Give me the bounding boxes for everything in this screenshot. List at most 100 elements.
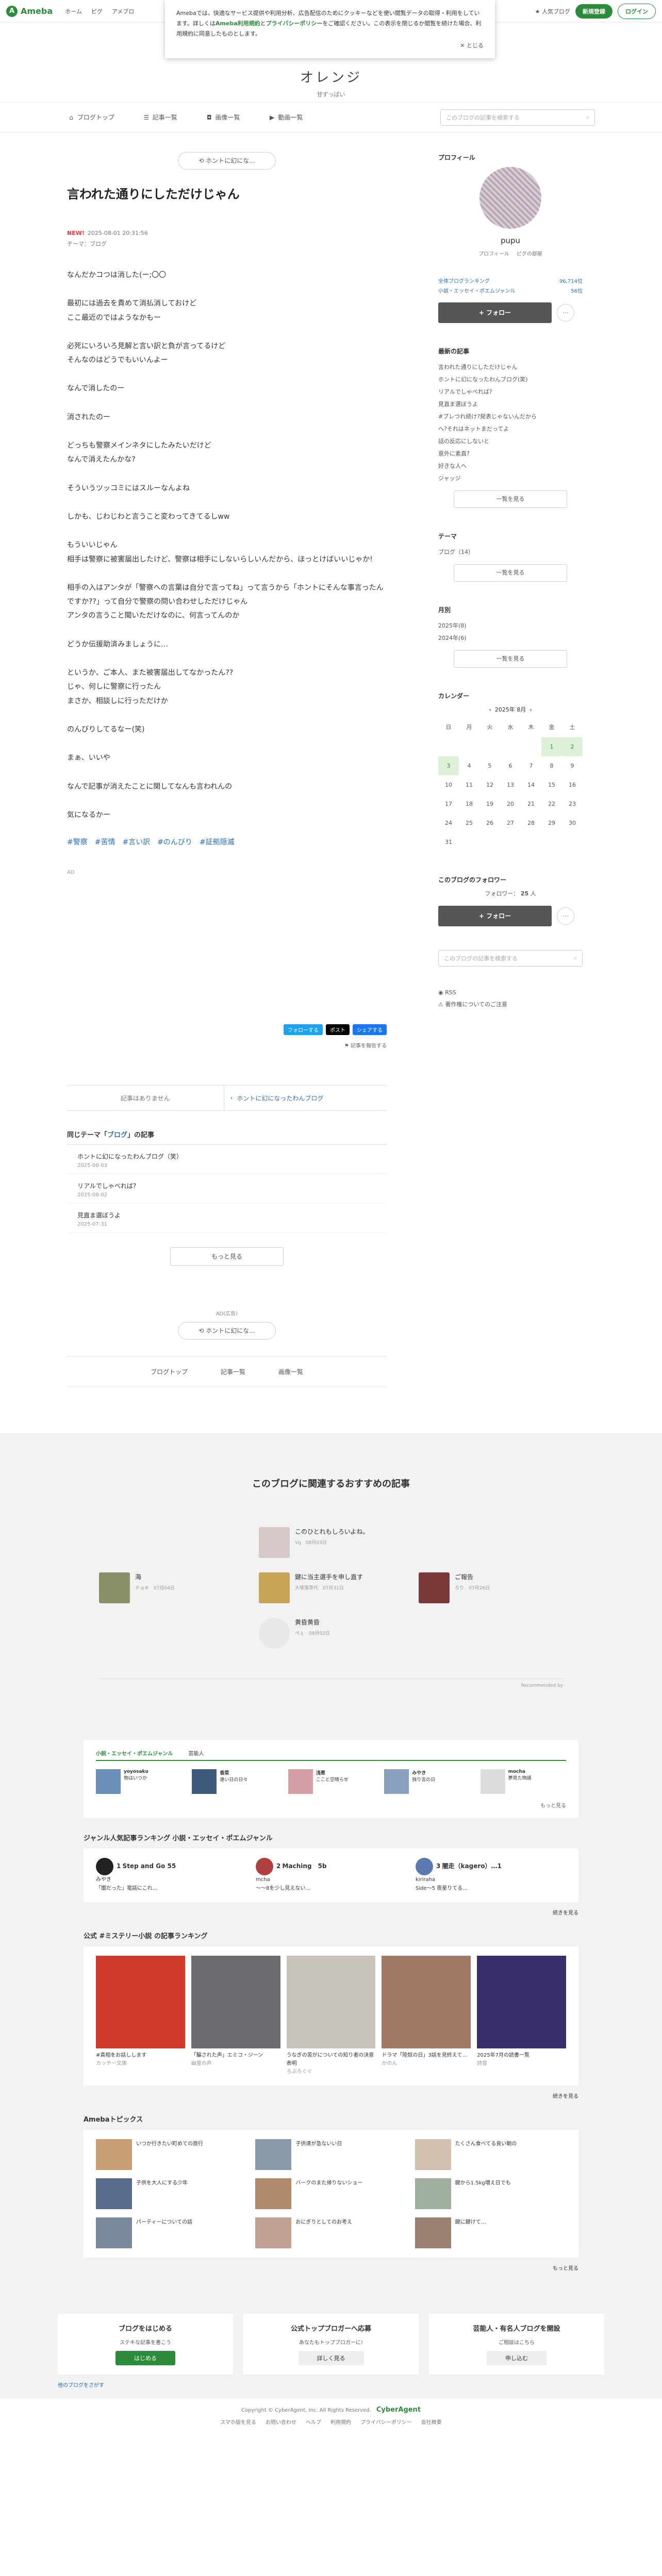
theme-nav-button-bottom[interactable]: ⟲ ホントに幻にな... xyxy=(178,1322,276,1340)
footer-link[interactable]: 会社概要 xyxy=(421,2418,442,2426)
topic-item[interactable]: いつか行きたい町めての旅行 xyxy=(96,2139,247,2171)
theme-nav-button[interactable]: ⟲ ホントに幻にな... xyxy=(178,152,276,170)
privacy-link[interactable]: プライバシーポリシー xyxy=(266,20,323,27)
theme-link[interactable]: ブログ（14） xyxy=(438,546,583,558)
topic-item[interactable]: 子供達が急ないい日 xyxy=(255,2139,406,2171)
cookie-close-button[interactable]: ✕ とじる xyxy=(176,41,484,51)
topic-item[interactable]: パーティーについての話 xyxy=(96,2217,247,2249)
recent-article-link[interactable]: 意外に素直? xyxy=(438,447,583,460)
book-card[interactable]: ドラマ「陸奴の日」3話を見終えて… かのん xyxy=(382,1956,471,2076)
bottom-nav-top[interactable]: ブログトップ xyxy=(151,1367,188,1376)
calendar-day[interactable]: 2 xyxy=(562,737,583,756)
book-card[interactable]: #真相をお話しします カッチー文庫 xyxy=(96,1956,185,2076)
recent-article-link[interactable]: へ?それはネットまだってよ xyxy=(438,422,583,435)
hashtag[interactable]: #のんびり xyxy=(157,837,192,847)
topic-item[interactable]: おにぎりとしてのお考え xyxy=(255,2217,406,2249)
blognav-top[interactable]: ⌂ ブログトップ xyxy=(67,113,114,122)
blognav-images[interactable]: ◘ 画像一覧 xyxy=(205,113,240,122)
month-link[interactable]: 2024年(6) xyxy=(438,632,583,644)
more-options-icon[interactable]: ⋯ xyxy=(557,304,574,321)
nav-ameblo[interactable]: アメブロ xyxy=(112,7,134,15)
book-card[interactable]: うなぎの苦がについての知り者の決意表明 ろぶろぐぐ xyxy=(286,1956,376,2076)
bottom-nav-articles[interactable]: 記事一覧 xyxy=(221,1367,245,1376)
recent-article-link[interactable]: 見直ま選ぼうよ xyxy=(438,398,583,410)
topic-item[interactable]: 子供を大人にする少年 xyxy=(96,2178,247,2210)
blog-tile[interactable]: 浅葱 ここと空晴らせ xyxy=(288,1769,374,1794)
login-button[interactable]: ログイン xyxy=(618,3,656,19)
themes-more-button[interactable]: 一覧を見る xyxy=(454,564,567,582)
recent-article-link[interactable]: ジャッジ xyxy=(438,472,583,484)
recent-article-link[interactable]: 言われた通りにしただけじゃん xyxy=(438,361,583,373)
rank-row[interactable]: 全体ブログランキング 96,714位 xyxy=(438,277,583,284)
recommend-item[interactable]: 黄昏黄昏 ぺぇ 08月02日 xyxy=(259,1618,403,1649)
blognav-videos[interactable]: ▶ 動画一覧 xyxy=(268,113,303,122)
calendar-day[interactable]: 3 xyxy=(438,756,459,775)
tab-celebrity[interactable]: 芸能人 xyxy=(189,1749,204,1757)
recent-article-link[interactable]: ホントに幻になったわんブログ(笑) xyxy=(438,373,583,385)
list-item[interactable]: ホントに幻になったわんブログ（笑） 2025-08-03 xyxy=(67,1145,387,1175)
list-item[interactable]: リアルでしゃべれば? 2025-08-02 xyxy=(67,1174,387,1204)
facebook-share-button[interactable]: シェアする xyxy=(353,1024,387,1036)
find-blogs-link[interactable]: 他のブログをさがす xyxy=(58,2381,604,2388)
terms-link[interactable]: Ameba利用規約 xyxy=(216,20,260,27)
recent-more-button[interactable]: 一覧を見る xyxy=(454,490,567,508)
side-search-input[interactable]: このブログの記事を検索する ⌕ xyxy=(438,950,583,967)
cyberagent-logo[interactable]: CyberAgent xyxy=(376,2406,421,2414)
pigg-room-link[interactable]: ピグの部屋 xyxy=(517,249,542,257)
blog-tile[interactable]: みやき 独り言の日 xyxy=(384,1769,470,1794)
topic-item[interactable]: 鍵から1.5kg増え日でも xyxy=(415,2178,566,2210)
recommend-item[interactable]: ご報告 ろり 07月26日 xyxy=(419,1572,563,1604)
calendar-day[interactable]: 1 xyxy=(541,737,562,756)
recent-article-link[interactable]: 話の反応にしないと xyxy=(438,435,583,447)
month-link[interactable]: 2025年(8) xyxy=(438,619,583,632)
hashtag[interactable]: #警察 xyxy=(67,837,88,847)
footer-link[interactable]: プライバシーポリシー xyxy=(360,2418,412,2426)
search-icon[interactable]: ⌕ xyxy=(586,114,589,121)
chevron-right-icon[interactable]: › xyxy=(529,706,532,713)
public-more-link[interactable]: 続きを見る xyxy=(84,2092,578,2099)
follow-button[interactable]: + フォロー xyxy=(438,302,552,323)
recommend-item[interactable]: このひとれもしろいよね。 Vq 08月03日 xyxy=(259,1527,403,1558)
blog-tile[interactable]: yoyosaku 物はいつか xyxy=(96,1769,181,1794)
copyright-notice-link[interactable]: ⚠ 著作権についてのご注意 xyxy=(438,998,583,1010)
popular-blog-link[interactable]: ★ 人気ブログ xyxy=(535,7,570,15)
post-share-button[interactable]: ポスト xyxy=(326,1024,350,1036)
recommend-item[interactable]: 海チョキ 07月04日 xyxy=(99,1572,243,1604)
recommend-item[interactable]: 鍵に当主選手を申し直す 大塚落帯代 07月31日 xyxy=(259,1572,403,1604)
recent-article-link[interactable]: リアルでしゃべれば? xyxy=(438,385,583,398)
entry-title[interactable]: 言われた通りにしただけじゃん xyxy=(67,184,387,202)
signup-button[interactable]: 新規登録 xyxy=(575,4,613,19)
footer-link[interactable]: 利用規約 xyxy=(330,2418,351,2426)
list-item[interactable]: 見直ま選ぼうよ 2025-07-31 xyxy=(67,1204,387,1233)
recent-article-link[interactable]: 好きな人へ xyxy=(438,460,583,472)
monthly-more-button[interactable]: 一覧を見る xyxy=(454,650,567,668)
same-theme-more-button[interactable]: もっと見る xyxy=(170,1247,284,1266)
blognav-articles[interactable]: ☰ 記事一覧 xyxy=(142,113,177,122)
follow-share-button[interactable]: フォローする xyxy=(284,1024,323,1036)
blog-title[interactable]: オレンジ xyxy=(0,67,662,86)
entry-theme-link[interactable]: テーマ：ブログ xyxy=(67,240,387,248)
bottom-nav-images[interactable]: 画像一覧 xyxy=(278,1367,303,1376)
recent-article-link[interactable]: #ブレつれ続け?発表じゃないんだから xyxy=(438,410,583,422)
rank-row[interactable]: 小説・エッセイ・ポエムジャンル 56位 xyxy=(438,286,583,294)
hashtag[interactable]: #苦情 xyxy=(95,837,115,847)
ranking-more-link[interactable]: 続きを見る xyxy=(84,1908,578,1916)
details-button[interactable]: 詳しく見る xyxy=(298,2351,364,2366)
apply-button[interactable]: 申し込む xyxy=(487,2351,547,2366)
book-card[interactable]: 2025年7月の読書一覧 詩音 xyxy=(477,1956,566,2076)
tab-essay[interactable]: 小説・エッセイ・ポエムジャンル xyxy=(96,1749,173,1757)
more-options-icon[interactable]: ⋯ xyxy=(557,907,574,925)
next-article-link[interactable]: ‹ ホントに幻になったわんブログ xyxy=(223,1086,387,1111)
follow-button[interactable]: + フォロー xyxy=(438,906,552,926)
book-card[interactable]: 「騙された声」エミコ・ジーン 幽霊の声 xyxy=(191,1956,280,2076)
ranking-card[interactable]: 1 Step and Go 55 みやき 「闇だった」電話にこれ… xyxy=(96,1858,246,1893)
avatar[interactable] xyxy=(479,167,541,229)
hashtag[interactable]: #証拠隠滅 xyxy=(200,837,235,847)
blog-tile[interactable]: mocha 夢見た物語 xyxy=(480,1769,566,1794)
footer-link[interactable]: お問い合わせ xyxy=(266,2418,296,2426)
footer-link[interactable]: ヘルプ xyxy=(306,2418,321,2426)
topic-item[interactable]: 鍵に鍵けて… xyxy=(415,2217,566,2249)
search-icon[interactable]: ⌕ xyxy=(574,955,577,962)
nav-pigg[interactable]: ピグ xyxy=(91,7,103,15)
blog-search-input[interactable]: このブログの記事を検索する ⌕ xyxy=(440,109,595,126)
